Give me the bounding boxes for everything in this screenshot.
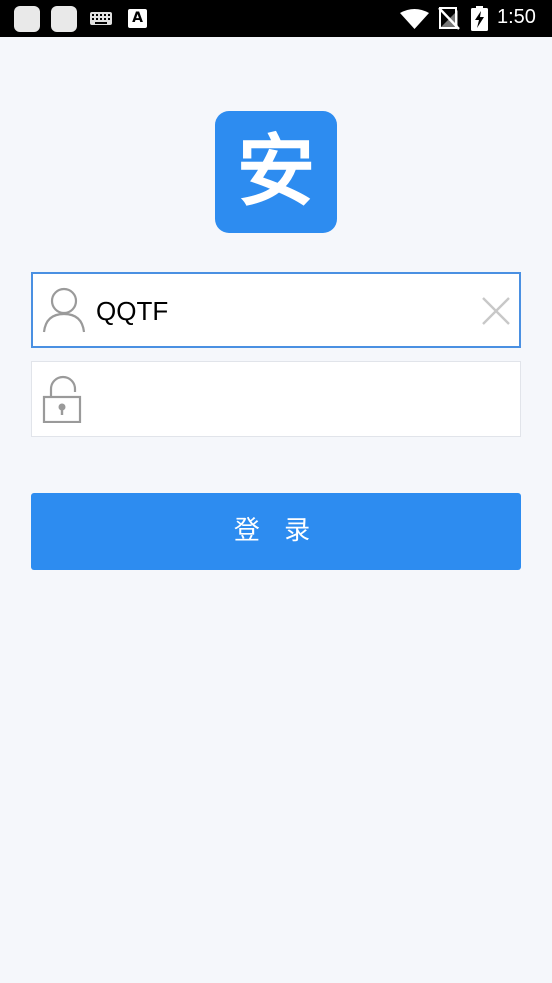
keyboard-icon (90, 12, 112, 25)
password-field[interactable] (31, 361, 521, 437)
input-method-icon: A (128, 9, 147, 28)
status-bar: A 1:50 (0, 0, 552, 37)
app-logo: 安 (215, 111, 337, 233)
username-field[interactable] (31, 272, 521, 348)
status-time: 1:50 (497, 6, 536, 28)
lock-icon (42, 375, 82, 423)
password-input[interactable] (96, 378, 476, 422)
app-notification-icon (14, 6, 40, 32)
login-screen: A 1:50 安 QQTF 登 录 (0, 0, 552, 983)
close-icon[interactable] (480, 295, 512, 327)
user-icon (42, 287, 86, 333)
login-button[interactable]: 登 录 (31, 493, 521, 570)
no-signal-icon (438, 7, 460, 30)
app-notification-icon (51, 6, 77, 32)
wifi-icon (400, 9, 429, 29)
battery-charging-icon (471, 6, 488, 31)
username-input[interactable] (96, 289, 476, 333)
